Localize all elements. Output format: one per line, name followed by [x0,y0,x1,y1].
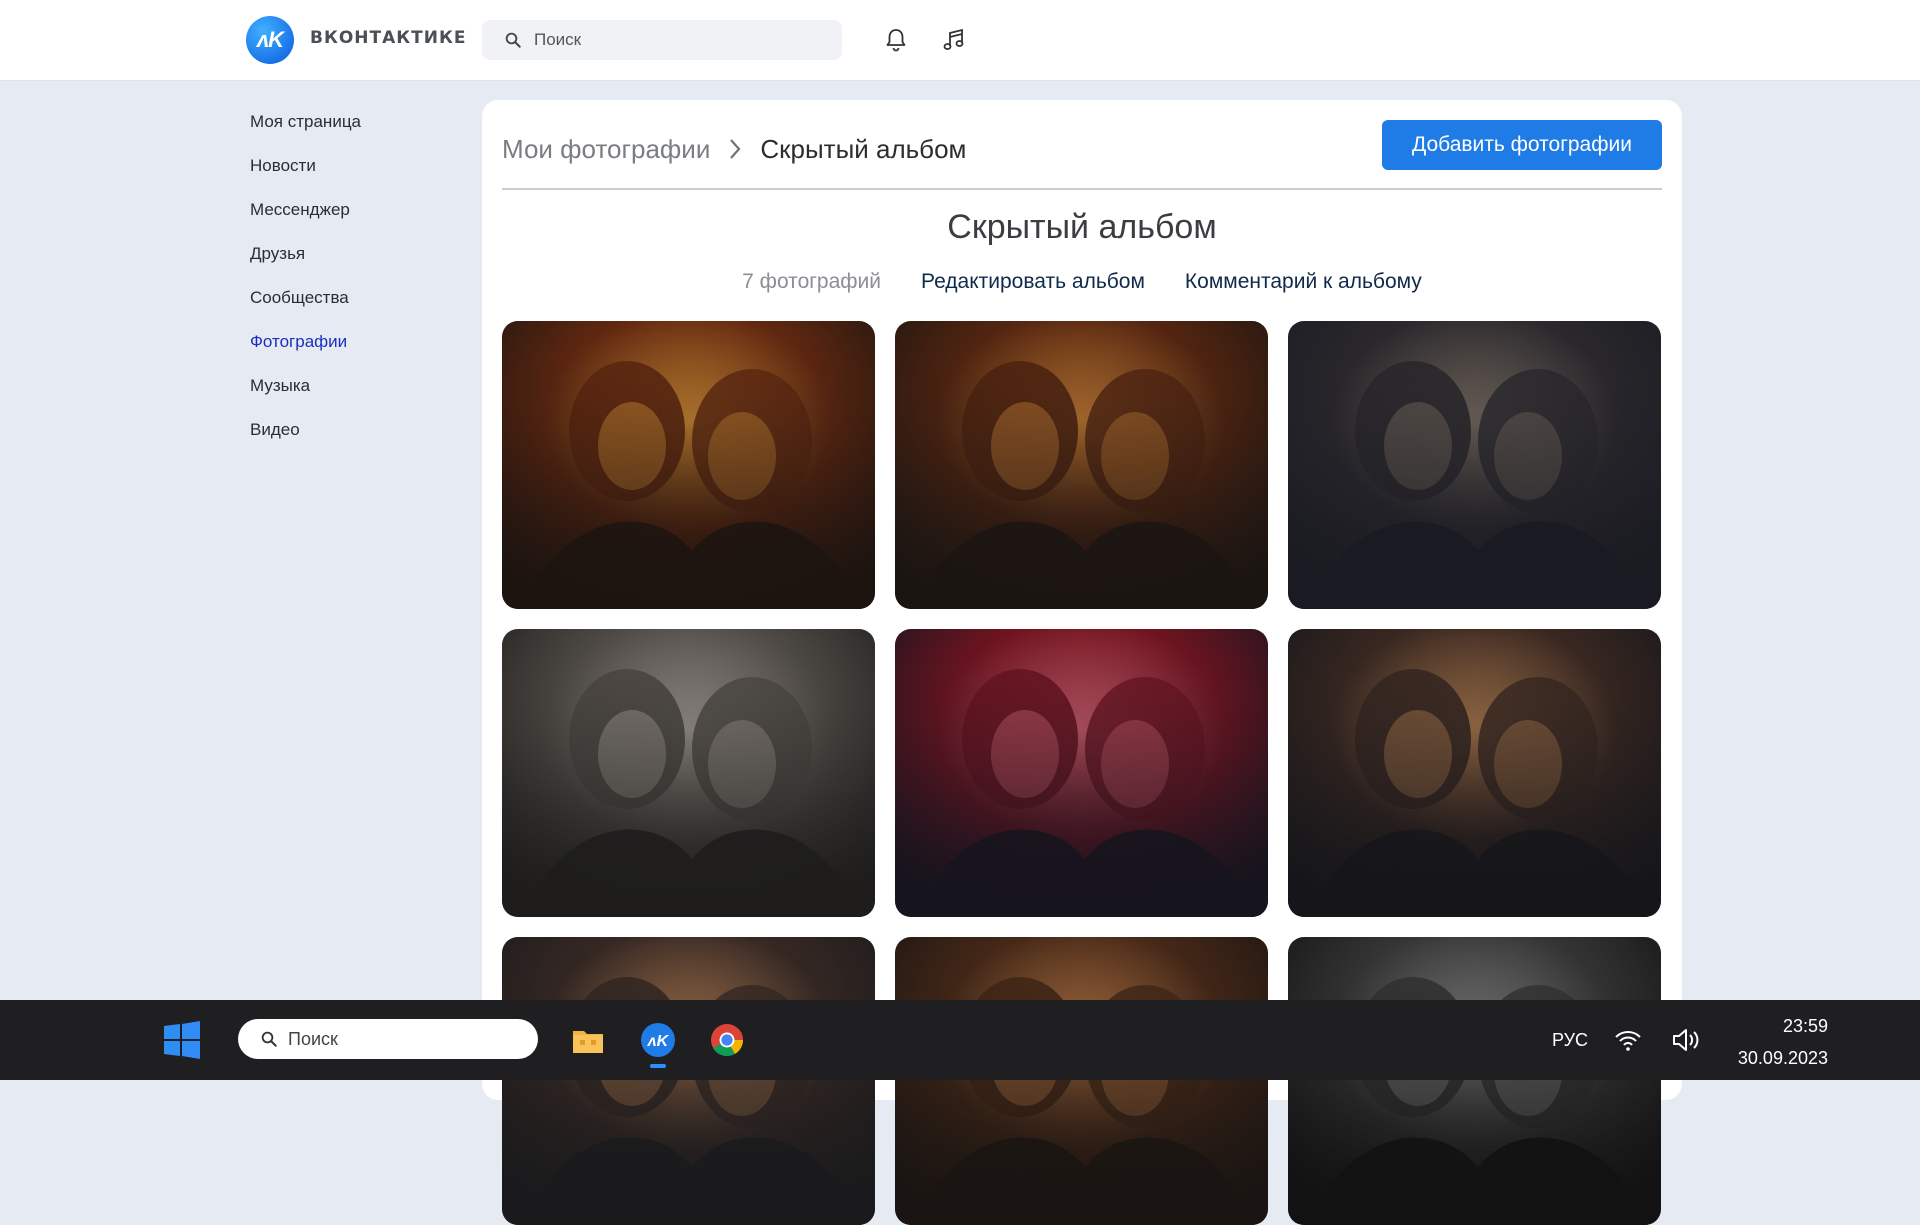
header-search-input[interactable] [532,29,816,51]
brand-name[interactable]: ВКОНТАКТИКЕ [310,28,467,48]
system-clock[interactable]: 23:59 30.09.2023 [1720,1014,1828,1072]
clock-date: 30.09.2023 [1737,1048,1828,1068]
album-card: Мои фотографии Скрытый альбом Добавить ф… [482,100,1682,1225]
sidebar-item-communities[interactable]: Сообщества [250,280,450,324]
sidebar-item-video[interactable]: Видео [250,412,450,456]
vk-logo-icon[interactable]: ᴧK [246,16,294,64]
chevron-right-icon [728,138,742,160]
taskbar-search[interactable] [238,1019,538,1059]
album-comment-link[interactable]: Комментарий к альбому [1185,270,1422,294]
search-icon [505,32,521,48]
photo-thumbnail[interactable] [895,629,1268,917]
wifi-icon[interactable] [1612,1024,1644,1056]
active-app-indicator [650,1064,666,1068]
photo-thumbnail[interactable] [502,937,875,1225]
svg-text:ᴧK: ᴧK [647,1033,670,1050]
photo-thumbnail[interactable] [1288,937,1661,1225]
add-photos-button[interactable]: Добавить фотографии [1382,120,1662,170]
volume-icon[interactable] [1670,1024,1702,1056]
windows-start-icon[interactable] [162,1020,202,1060]
file-explorer-icon[interactable] [568,1020,608,1060]
album-title: Скрытый альбом [947,208,1217,246]
os-taskbar: ᴧK РУС 23:59 30.09.2023 [0,1000,1920,1080]
search-icon [261,1031,277,1047]
keyboard-language[interactable]: РУС [1552,1030,1588,1051]
photo-thumbnail[interactable] [1288,629,1661,917]
left-sidebar: Моя страница Новости Мессенджер Друзья С… [250,104,450,456]
sidebar-item-my-page[interactable]: Моя страница [250,104,450,148]
photo-thumbnail[interactable] [895,321,1268,609]
vk-app-icon[interactable]: ᴧK [638,1020,678,1060]
chrome-icon[interactable] [707,1020,747,1060]
divider [502,188,1662,190]
breadcrumb-my-photos[interactable]: Мои фотографии [502,134,710,165]
photo-thumbnail[interactable] [502,629,875,917]
photo-thumbnail[interactable] [1288,321,1661,609]
sidebar-item-photos[interactable]: Фотографии [250,324,450,368]
header-search[interactable] [482,20,842,60]
sidebar-item-news[interactable]: Новости [250,148,450,192]
photo-thumbnail[interactable] [895,937,1268,1225]
taskbar-search-input[interactable] [286,1027,530,1051]
bell-icon[interactable] [880,24,912,56]
top-header: ᴧK ВКОНТАКТИКЕ [0,0,1920,81]
clock-time: 23:59 [1782,1016,1828,1036]
photo-thumbnail[interactable] [502,321,875,609]
photo-count: 7 фотографий [742,270,881,293]
sidebar-item-music[interactable]: Музыка [250,368,450,412]
breadcrumb: Мои фотографии Скрытый альбом [502,124,966,174]
breadcrumb-current: Скрытый альбом [760,133,967,164]
edit-album-link[interactable]: Редактировать альбом [921,270,1145,294]
music-note-icon[interactable] [938,24,970,56]
sidebar-item-friends[interactable]: Друзья [250,236,450,280]
sidebar-item-messenger[interactable]: Мессенджер [250,192,450,236]
album-meta: 7 фотографий Редактировать альбом Коммен… [482,270,1682,294]
